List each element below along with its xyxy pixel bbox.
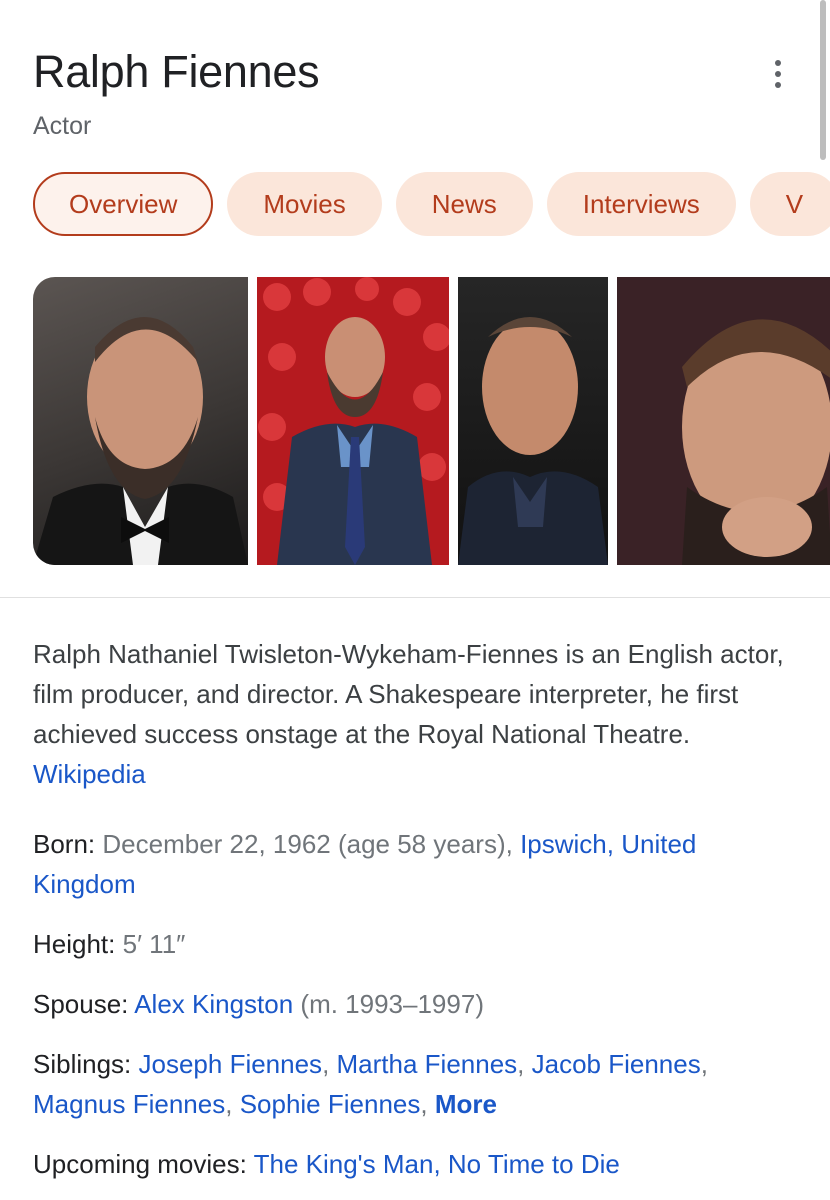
sibling-link[interactable]: Sophie Fiennes [240,1089,421,1119]
photo-blue-suit[interactable] [257,277,449,565]
scrollbar[interactable] [820,0,826,160]
fact-label-height: Height: [33,929,123,959]
photo-portrait[interactable] [617,277,830,565]
facts-list: Born: December 22, 1962 (age 58 years), … [33,824,793,1200]
photo-smiling[interactable] [458,277,608,565]
spouse-years: (m. 1993–1997) [293,989,484,1019]
sibling-link[interactable]: Magnus Fiennes [33,1089,225,1119]
movie-link[interactable]: The King's Man [254,1149,434,1179]
tab-bar: Overview Movies News Interviews V [33,172,830,236]
image-carousel [33,277,830,565]
more-options-icon[interactable] [763,54,793,94]
born-date: December 22, 1962 (age 58 years), [102,829,521,859]
fact-label-upcoming: Upcoming movies: [33,1149,254,1179]
height-value: 5′ 11″ [122,929,186,959]
sibling-link[interactable]: Jacob Fiennes [532,1049,701,1079]
spouse-link[interactable]: Alex Kingston [134,989,293,1019]
photo-tuxedo[interactable] [33,277,248,565]
entity-subtitle: Actor [33,112,92,140]
sibling-link[interactable]: Joseph Fiennes [139,1049,323,1079]
tab-overview[interactable]: Overview [33,172,214,236]
born-place-link[interactable]: Ipswich [520,829,607,859]
fact-born: Born: December 22, 1962 (age 58 years), … [33,824,793,904]
entity-description: Ralph Nathaniel Twisleton-Wykeham-Fienne… [33,634,793,794]
sibling-link[interactable]: Martha Fiennes [337,1049,518,1079]
siblings-more-link[interactable]: More [435,1089,497,1119]
fact-upcoming-movies: Upcoming movies: The King's Man, No Time… [33,1149,620,1179]
tab-videos[interactable]: V [749,172,830,236]
tab-interviews[interactable]: Interviews [546,172,736,236]
movie-link[interactable]: No Time to Die [448,1149,620,1179]
fact-height: Height: 5′ 11″ [33,924,793,964]
fact-label-spouse: Spouse: [33,989,135,1019]
entity-title: Ralph Fiennes [33,46,320,97]
born-place-sep: , [606,829,622,859]
divider [0,597,830,598]
fact-siblings: Siblings: Joseph Fiennes, Martha Fiennes… [33,1049,708,1119]
fact-spouse: Spouse: Alex Kingston (m. 1993–1997) [33,984,793,1024]
tab-movies[interactable]: Movies [227,172,382,236]
tab-news[interactable]: News [395,172,533,236]
fact-label-siblings: Siblings: [33,1049,139,1079]
fact-label-born: Born: [33,829,103,859]
knowledge-panel-header: Ralph Fiennes Actor [33,44,793,142]
description-text: Ralph Nathaniel Twisleton-Wykeham-Fienne… [33,639,784,749]
wikipedia-link[interactable]: Wikipedia [33,759,146,789]
